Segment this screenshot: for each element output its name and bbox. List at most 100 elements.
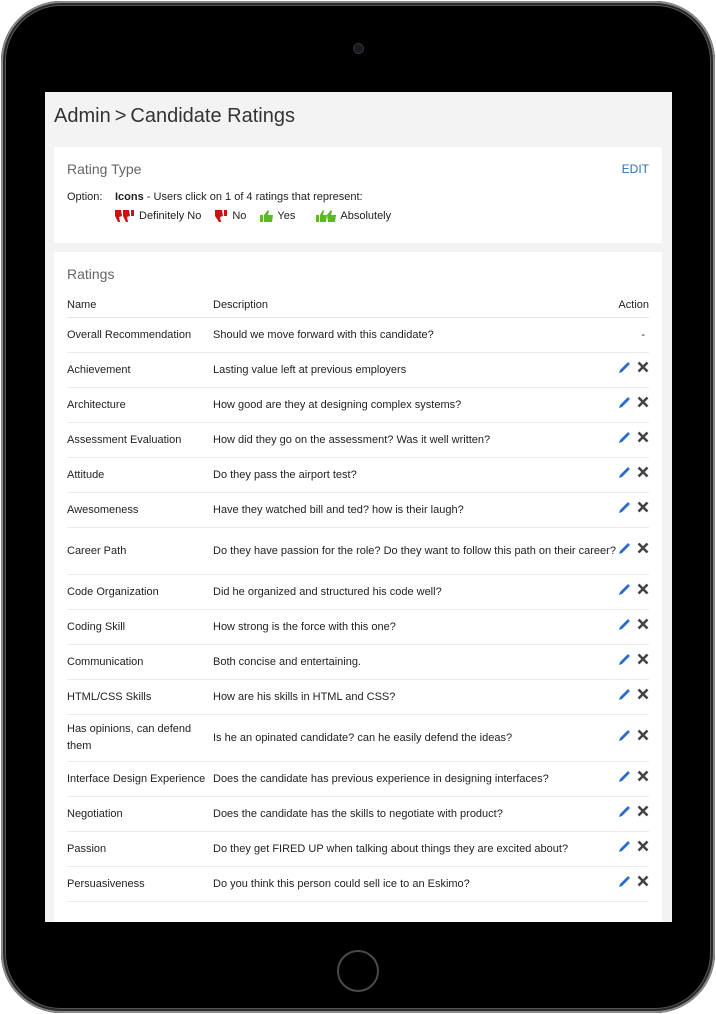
edit-rating-button[interactable] (618, 361, 631, 380)
option-label: Option: (67, 191, 103, 203)
pencil-icon (619, 840, 630, 852)
rating-description: Should we move forward with this candida… (213, 317, 618, 353)
rating-actions (617, 714, 649, 762)
legend-label: Yes (277, 210, 296, 222)
delete-rating-button[interactable] (637, 466, 649, 484)
legend-label: Definitely No (139, 210, 202, 222)
table-header: Name Description Action (67, 294, 649, 318)
delete-rating-button[interactable] (637, 396, 649, 414)
no-action-dash: - (641, 328, 645, 341)
edit-rating-button[interactable] (618, 466, 631, 485)
rating-description: Does the candidate has the skills to neg… (213, 796, 618, 832)
close-icon (637, 653, 649, 665)
close-icon (637, 396, 649, 408)
close-icon (637, 501, 649, 513)
table-row: HTML/CSS Skills How are his skills in HT… (67, 679, 649, 715)
rating-name: Has opinions, can defend them (67, 714, 213, 762)
rating-description: Lasting value left at previous employers (213, 352, 618, 388)
edit-button[interactable]: EDIT (622, 162, 649, 176)
table-row: Has opinions, can defend them Is he an o… (67, 714, 649, 762)
edit-rating-button[interactable] (618, 729, 631, 748)
legend-label: Absolutely (340, 210, 392, 222)
edit-rating-button[interactable] (618, 805, 631, 824)
rating-actions (617, 527, 649, 575)
delete-rating-button[interactable] (637, 361, 649, 379)
edit-rating-button[interactable] (618, 431, 631, 450)
rating-type-card: Rating Type EDIT Option: Icons - Users cl… (54, 147, 662, 243)
rating-name: Persuasiveness (67, 866, 213, 902)
thumbs-up-icon (260, 210, 274, 222)
close-icon (637, 466, 649, 478)
legend-label: No (232, 210, 247, 222)
table-row: Communication Both concise and entertain… (67, 644, 649, 680)
rating-actions (617, 866, 649, 902)
delete-rating-button[interactable] (637, 542, 649, 560)
table-row: Assessment Evaluation How did they go on… (67, 422, 649, 458)
edit-rating-button[interactable] (618, 396, 631, 415)
close-icon (637, 618, 649, 630)
pencil-icon (619, 618, 630, 630)
double-thumbs-down-icon (115, 210, 134, 222)
table-row: Negotiation Does the candidate has the s… (67, 796, 649, 832)
rating-description: Do they get FIRED UP when talking about … (213, 831, 618, 867)
rating-name: Coding Skill (67, 609, 213, 645)
rating-actions (617, 644, 649, 680)
legend-yes: Yes (259, 209, 295, 223)
pencil-icon (619, 501, 630, 513)
rating-name: Awesomeness (67, 492, 213, 528)
table-row: Achievement Lasting value left at previo… (67, 352, 649, 388)
edit-rating-button[interactable] (618, 542, 631, 561)
legend-absolutely: Absolutely (315, 209, 391, 223)
delete-rating-button[interactable] (637, 431, 649, 449)
option-description: - Users click on 1 of 4 ratings that rep… (143, 191, 363, 203)
delete-rating-button[interactable] (637, 688, 649, 706)
pencil-icon (619, 542, 630, 554)
delete-rating-button[interactable] (637, 729, 649, 747)
pencil-icon (619, 431, 630, 443)
ratings-card: Ratings Name Description Action Overall … (54, 252, 662, 922)
camera-icon (354, 44, 363, 53)
legend-no: No (214, 209, 246, 223)
delete-rating-button[interactable] (637, 618, 649, 636)
rating-actions (617, 761, 649, 797)
column-name: Name (67, 294, 213, 318)
rating-name: Passion (67, 831, 213, 867)
column-description: Description (213, 294, 618, 318)
rating-description: How strong is the force with this one? (213, 609, 618, 645)
rating-description: How good are they at designing complex s… (213, 387, 618, 423)
edit-rating-button[interactable] (618, 840, 631, 859)
edit-rating-button[interactable] (618, 875, 631, 894)
breadcrumb-admin[interactable]: Admin (54, 105, 111, 127)
edit-rating-button[interactable] (618, 501, 631, 520)
rating-name: Negotiation (67, 796, 213, 832)
edit-rating-button[interactable] (618, 583, 631, 602)
table-row: Passion Do they get FIRED UP when talkin… (67, 831, 649, 867)
option-row: Option: Icons - Users click on 1 of 4 rat… (67, 191, 363, 203)
table-row: Persuasiveness Do you think this person … (67, 866, 649, 902)
delete-rating-button[interactable] (637, 875, 649, 893)
double-thumbs-up-icon (316, 210, 337, 222)
edit-rating-button[interactable] (618, 618, 631, 637)
delete-rating-button[interactable] (637, 583, 649, 601)
rating-name: Attitude (67, 457, 213, 493)
rating-name: Architecture (67, 387, 213, 423)
delete-rating-button[interactable] (637, 653, 649, 671)
rating-name: Communication (67, 644, 213, 680)
rating-description: How are his skills in HTML and CSS? (213, 679, 618, 715)
close-icon (637, 840, 649, 852)
rating-description: Both concise and entertaining. (213, 644, 618, 680)
thumbs-down-icon (215, 210, 228, 222)
delete-rating-button[interactable] (637, 840, 649, 858)
rating-actions (617, 679, 649, 715)
table-row: Overall Recommendation Should we move fo… (67, 317, 649, 353)
legend-definitely-no: Definitely No (114, 209, 201, 223)
delete-rating-button[interactable] (637, 770, 649, 788)
delete-rating-button[interactable] (637, 805, 649, 823)
pencil-icon (619, 688, 630, 700)
delete-rating-button[interactable] (637, 501, 649, 519)
edit-rating-button[interactable] (618, 653, 631, 672)
edit-rating-button[interactable] (618, 770, 631, 789)
home-button[interactable] (337, 950, 379, 992)
rating-actions (617, 574, 649, 610)
edit-rating-button[interactable] (618, 688, 631, 707)
